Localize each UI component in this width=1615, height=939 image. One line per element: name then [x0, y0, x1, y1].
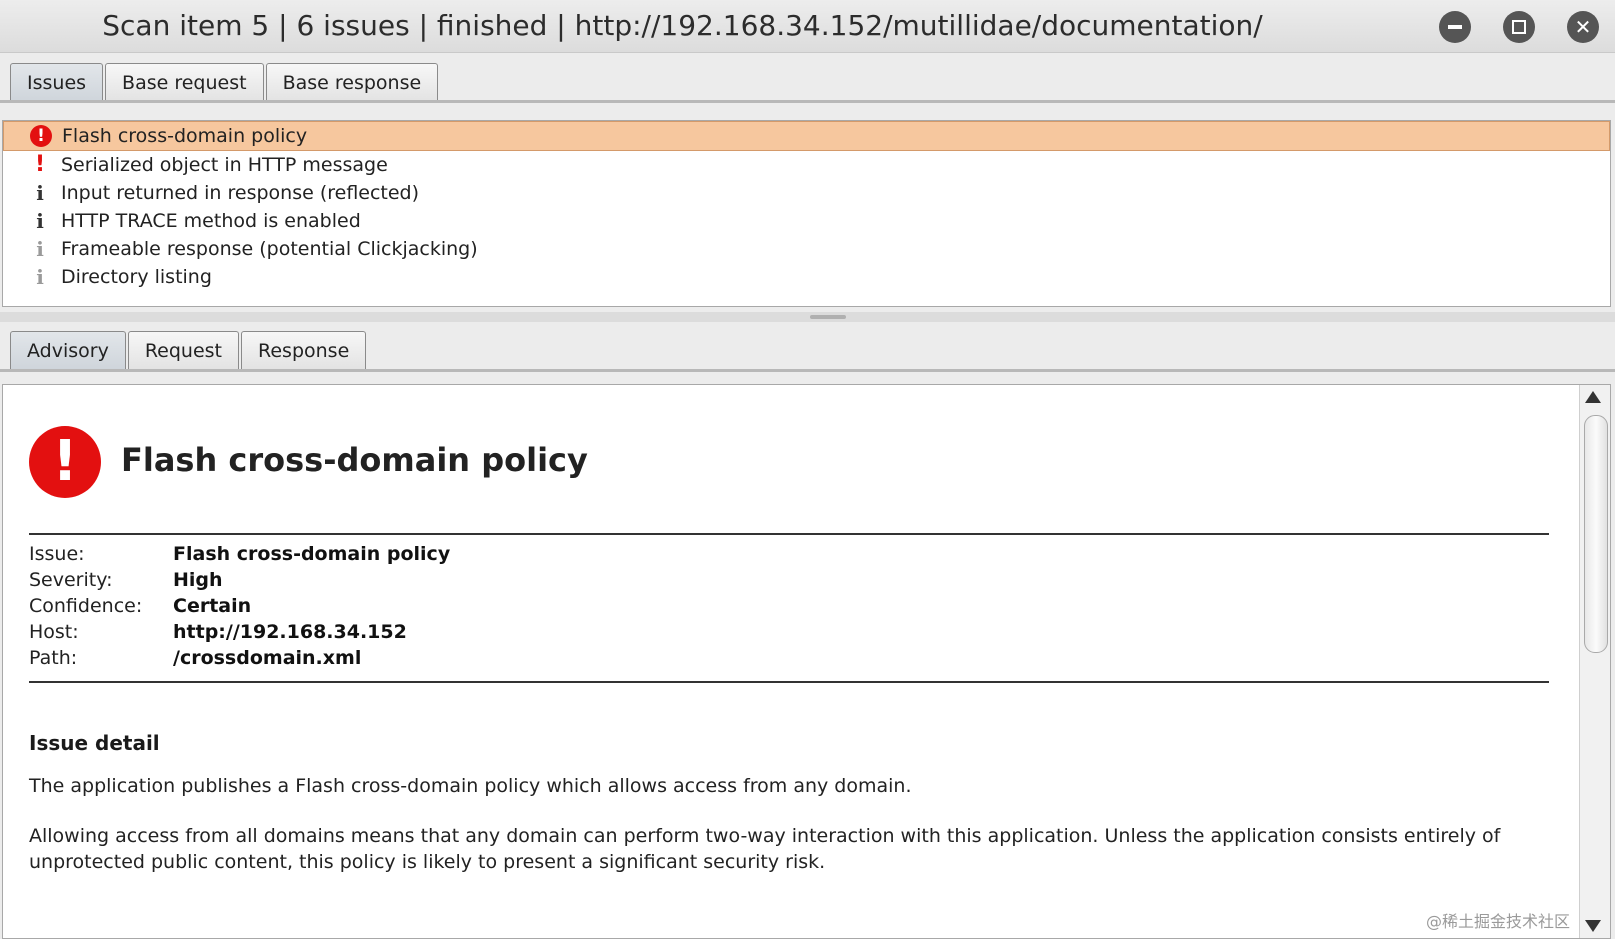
minimize-button[interactable] [1439, 11, 1471, 43]
issue-label: Directory listing [61, 266, 212, 288]
scrollbar-thumb[interactable] [1584, 415, 1608, 653]
splitter-grip-icon[interactable] [810, 315, 846, 319]
summary-row: Issue: Flash cross-domain policy [29, 541, 450, 567]
summary-row: Severity: High [29, 567, 450, 593]
summary-value: High [173, 569, 223, 591]
summary-key: Severity: [29, 569, 113, 591]
high-severity-icon: ! [29, 426, 101, 498]
info-icon: i [36, 209, 44, 233]
minimize-icon [1448, 25, 1462, 29]
tab-advisory[interactable]: Advisory [10, 331, 126, 369]
issue-detail-paragraph: The application publishes a Flash cross-… [29, 775, 912, 797]
issue-label: Flash cross-domain policy [62, 125, 308, 147]
divider [29, 533, 1549, 535]
summary-value: Flash cross-domain policy [173, 543, 451, 565]
issue-label: Serialized object in HTTP message [61, 154, 388, 176]
issue-row[interactable]: ! Serialized object in HTTP message [3, 151, 1610, 179]
maximize-button[interactable] [1503, 11, 1535, 43]
issue-label: Input returned in response (reflected) [61, 182, 420, 204]
tab-base-request[interactable]: Base request [105, 63, 264, 101]
tab-base-response[interactable]: Base response [265, 63, 439, 101]
detail-tab-bar: Advisory Request Response [10, 331, 368, 369]
summary-key: Confidence: [29, 595, 143, 617]
divider [29, 681, 1549, 683]
high-severity-icon: ! [30, 125, 52, 147]
summary-key: Issue: [29, 543, 85, 565]
summary-value: Certain [173, 595, 252, 617]
panel-splitter[interactable] [0, 312, 1615, 322]
summary-value: http://192.168.34.152 [173, 621, 407, 643]
window-titlebar: Scan item 5 | 6 issues | finished | http… [0, 0, 1615, 53]
summary-key: Path: [29, 647, 78, 669]
info-icon: i [36, 181, 44, 205]
window-title: Scan item 5 | 6 issues | finished | http… [102, 9, 1263, 42]
close-icon: ✕ [1574, 15, 1592, 39]
summary-value: /crossdomain.xml [173, 647, 362, 669]
issue-detail-heading: Issue detail [29, 731, 160, 755]
scroll-up-icon[interactable] [1585, 391, 1601, 403]
exclamation-icon: ! [34, 152, 46, 177]
issue-label: HTTP TRACE method is enabled [61, 210, 361, 232]
issue-row[interactable]: i Input returned in response (reflected) [3, 179, 1610, 207]
summary-row: Confidence: Certain [29, 593, 450, 619]
advisory-title: Flash cross-domain policy [121, 441, 588, 479]
issue-row[interactable]: i HTTP TRACE method is enabled [3, 207, 1610, 235]
top-tab-bar: Issues Base request Base response [10, 63, 440, 101]
tab-response[interactable]: Response [241, 331, 367, 369]
issue-row[interactable]: ! Flash cross-domain policy [3, 121, 1610, 151]
summary-key: Host: [29, 621, 79, 643]
tab-divider [0, 100, 1615, 103]
issue-row[interactable]: i Directory listing [3, 263, 1610, 291]
tab-request[interactable]: Request [127, 331, 240, 369]
issue-summary-table: Issue: Flash cross-domain policy Severity… [29, 541, 450, 671]
issue-detail-paragraph: Allowing access from all domains means t… [29, 825, 1501, 873]
summary-row: Path: /crossdomain.xml [29, 645, 450, 671]
advisory-panel: ! Flash cross-domain policy Issue: Flash … [2, 384, 1611, 939]
scroll-down-icon[interactable] [1585, 920, 1601, 932]
close-button[interactable]: ✕ [1567, 11, 1599, 43]
info-light-icon: i [36, 237, 44, 261]
summary-row: Host: http://192.168.34.152 [29, 619, 450, 645]
info-light-icon: i [36, 265, 44, 289]
vertical-scrollbar[interactable] [1579, 385, 1610, 938]
watermark: @稀土掘金技术社区 [1425, 912, 1570, 931]
issues-list: ! Flash cross-domain policy ! Serialized… [2, 120, 1611, 307]
tab-issues[interactable]: Issues [10, 63, 104, 101]
tab-divider [0, 369, 1615, 372]
maximize-icon [1512, 20, 1526, 34]
issue-label: Frameable response (potential Clickjacki… [61, 238, 478, 260]
issue-row[interactable]: i Frameable response (potential Clickjac… [3, 235, 1610, 263]
